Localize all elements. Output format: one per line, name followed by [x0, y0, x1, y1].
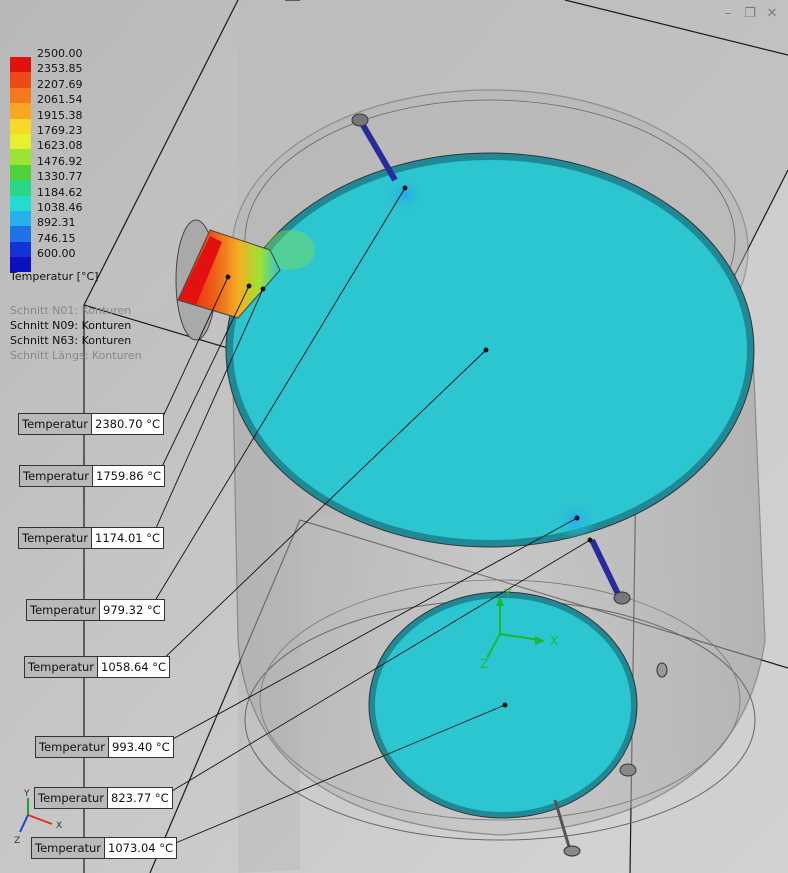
window-controls: – ❐ ✕ [720, 6, 780, 22]
legend-swatch [10, 241, 31, 258]
model-axis-z-label: Z [480, 657, 488, 671]
legend-swatch [10, 87, 31, 104]
probe-label-5[interactable]: Temperatur 1058.64 °C [24, 656, 171, 678]
section-item[interactable]: Schnitt N01: Konturen [10, 303, 142, 318]
probe-label-6[interactable]: Temperatur 993.40 °C [35, 736, 174, 758]
legend-color-bar [10, 57, 31, 273]
legend-swatch [10, 164, 31, 181]
probe-value: 1174.01 °C [92, 528, 164, 548]
triad-x-label: X [56, 821, 62, 831]
legend-tick: 1915.38 [37, 108, 83, 122]
legend-tick: 1184.62 [37, 185, 83, 199]
probe-name: Temperatur [25, 657, 99, 677]
legend-tick: 1769.23 [37, 124, 83, 137]
legend-swatch [10, 195, 31, 211]
section-plane-top [225, 152, 755, 548]
probe-name: Temperatur [32, 838, 106, 858]
legend-tick: 2353.85 [37, 62, 83, 76]
probe-value: 979.32 °C [100, 600, 164, 620]
triad-z-label: Z [14, 836, 20, 846]
section-item[interactable]: Schnitt N63: Konturen [10, 333, 142, 348]
probe-name: Temperatur [20, 466, 94, 486]
legend-swatch [10, 133, 31, 150]
section-list: Schnitt N01: Konturen Schnitt N09: Kontu… [10, 303, 142, 363]
restore-button[interactable]: ❐ [742, 6, 758, 22]
legend-tick: 2500.00 [37, 47, 83, 60]
legend-swatch [10, 57, 31, 73]
legend-tick: 600.00 [37, 247, 76, 261]
legend-tick: 1330.77 [37, 170, 83, 184]
probe-name: Temperatur [35, 788, 109, 808]
legend-tick: 1476.92 [37, 154, 83, 168]
probe-value: 823.77 °C [108, 788, 172, 808]
legend-tick: 2061.54 [37, 93, 83, 107]
legend-swatch [10, 72, 31, 88]
graphics-viewport[interactable]: Y X Z Y X Z – ❐ ✕ 2500.00 2353.85 2207.69 2… [0, 0, 788, 873]
legend-swatch [10, 226, 31, 242]
legend-tick: 2207.69 [37, 77, 83, 91]
legend-swatch [10, 180, 31, 196]
probe-value: 2380.70 °C [92, 414, 164, 434]
legend-swatch [10, 210, 31, 227]
probe-label-7[interactable]: Temperatur 823.77 °C [34, 787, 173, 809]
model-axis-x-label: X [550, 634, 558, 648]
probe-value: 1073.04 °C [105, 838, 177, 858]
legend-tick: 892.31 [37, 216, 76, 230]
probe-value: 1759.86 °C [93, 466, 165, 486]
probe-label-1[interactable]: Temperatur 2380.70 °C [18, 413, 165, 435]
legend-tick: 1623.08 [37, 139, 83, 153]
probe-name: Temperatur [19, 414, 93, 434]
probe-label-3[interactable]: Temperatur 1174.01 °C [18, 527, 165, 549]
legend-swatch [10, 118, 31, 134]
probe-name: Temperatur [36, 737, 110, 757]
legend-swatch [10, 149, 31, 165]
probe-name: Temperatur [27, 600, 101, 620]
probe-label-8[interactable]: Temperatur 1073.04 °C [31, 837, 178, 859]
probe-name: Temperatur [19, 528, 93, 548]
probe-label-4[interactable]: Temperatur 979.32 °C [26, 599, 165, 621]
section-item[interactable]: Schnitt Längs: Konturen [10, 348, 142, 363]
legend-swatch [10, 103, 31, 119]
close-button[interactable]: ✕ [764, 6, 780, 22]
probe-value: 1058.64 °C [98, 657, 170, 677]
legend-tick: 746.15 [37, 231, 76, 245]
minimize-button[interactable]: – [720, 6, 736, 22]
section-item[interactable]: Schnitt N09: Konturen [10, 318, 142, 333]
triad-y-label: Y [23, 789, 30, 799]
probe-label-2[interactable]: Temperatur 1759.86 °C [19, 465, 166, 487]
legend-tick: 1038.46 [37, 201, 83, 214]
model-axis-y-label: Y [503, 587, 512, 601]
probe-value: 993.40 °C [109, 737, 173, 757]
legend-title: Temperatur [°C] [10, 270, 99, 283]
